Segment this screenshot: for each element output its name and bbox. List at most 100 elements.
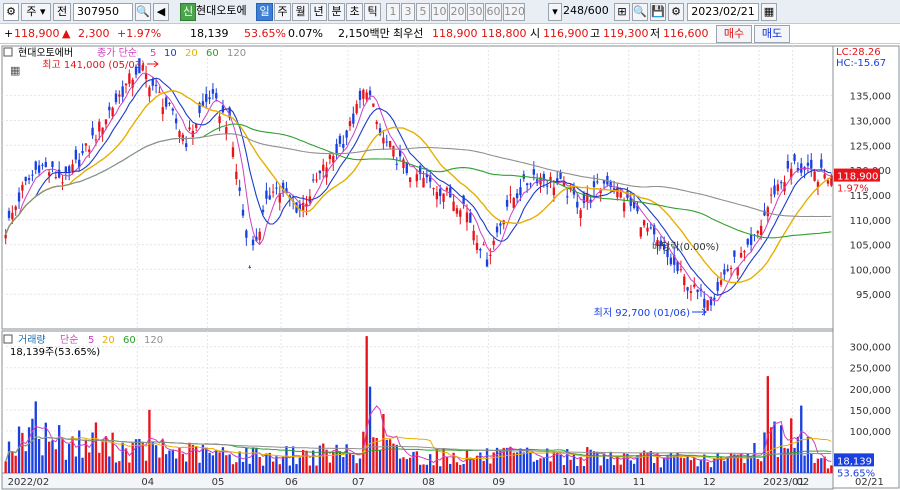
volume-bar	[569, 459, 572, 473]
candle-body	[382, 137, 385, 144]
period-button-4[interactable]: 분	[328, 3, 345, 21]
date-tick-label: 11	[633, 477, 646, 488]
save-icon[interactable]: 💾	[650, 3, 666, 21]
date-field[interactable]: 2023/02/21	[687, 3, 759, 21]
type-select[interactable]: 전	[53, 3, 71, 21]
candle-body	[392, 146, 395, 157]
change-percent: +1.97%	[117, 27, 162, 40]
buy-button[interactable]: 매수	[716, 25, 752, 43]
price-chart[interactable]: 135,000130,000125,000120,000115,000110,0…	[0, 44, 900, 490]
volume-bar	[398, 458, 402, 473]
date-tick-label: 10	[563, 477, 576, 488]
volume-bar	[68, 444, 71, 473]
price-legend-period: 10	[164, 48, 177, 59]
candle-body	[188, 127, 191, 130]
interval-button-1[interactable]: 3	[401, 3, 415, 21]
candle-body	[793, 154, 796, 161]
search-icon[interactable]: 🔍	[135, 3, 151, 21]
volume-bar	[298, 457, 302, 473]
candle-body	[218, 116, 221, 123]
volume-bar	[255, 448, 258, 473]
prev-icon[interactable]: ◀	[153, 3, 169, 21]
volume-bar	[539, 458, 542, 473]
zoom-icon[interactable]: 🔍	[632, 3, 648, 21]
stock-code-input[interactable]: 307950	[73, 3, 133, 21]
volume-bar	[549, 461, 552, 473]
volume-bar	[632, 463, 636, 473]
candle-body	[810, 159, 813, 169]
market-select[interactable]: 주 ▾	[21, 3, 51, 21]
candle-body	[592, 181, 596, 188]
volume-bar	[619, 464, 622, 473]
candle-body	[338, 135, 342, 144]
price-legend-ma-label: 종가 단순	[97, 47, 137, 59]
volume-bar	[211, 455, 215, 473]
period-button-6[interactable]: 틱	[364, 3, 381, 21]
sell-button[interactable]: 매도	[754, 25, 790, 43]
period-button-3[interactable]: 년	[310, 3, 327, 21]
candle-body	[823, 174, 826, 179]
volume-tick-label: 200,000	[850, 385, 891, 396]
candle-body	[41, 164, 44, 166]
volume-legend-period: 60	[123, 335, 136, 346]
interval-button-2[interactable]: 5	[416, 3, 430, 21]
candle-body	[743, 251, 746, 253]
candle-body	[372, 103, 375, 107]
interval-button-7[interactable]: 120	[503, 3, 525, 21]
volume-legend-period: 20	[102, 335, 115, 346]
candle-body	[17, 192, 21, 202]
volume-tick-label: 150,000	[850, 406, 891, 417]
chart-type-icon[interactable]: ⊞	[614, 3, 630, 21]
volume-bar	[813, 462, 816, 473]
volume-bar	[218, 452, 221, 473]
volume-bar	[348, 453, 352, 473]
interval-button-6[interactable]: 60	[485, 3, 502, 21]
interval-button-3[interactable]: 10	[431, 3, 448, 21]
candle-body	[71, 164, 74, 172]
volume-bar	[596, 451, 599, 473]
candle-body	[388, 141, 392, 148]
volume-bar	[358, 458, 362, 473]
volume-tick-label: 300,000	[850, 343, 891, 354]
candle-body	[769, 194, 773, 196]
period-button-5[interactable]: 초	[346, 3, 363, 21]
dropdown-icon[interactable]: ▾	[548, 3, 562, 21]
volume-bar	[803, 455, 806, 473]
volume-bar	[27, 427, 31, 473]
candle-body	[151, 79, 154, 86]
candle-body	[525, 183, 529, 186]
volume-bar	[78, 430, 81, 473]
interval-button-5[interactable]: 30	[467, 3, 484, 21]
candle-body	[780, 182, 783, 184]
volume-ratio: 53.65%	[244, 27, 286, 40]
volume-bar	[275, 456, 278, 473]
up-arrow-icon: ▲	[62, 27, 71, 40]
candle-body	[225, 127, 228, 135]
candle-body	[786, 160, 790, 169]
interval-button-4[interactable]: 20	[449, 3, 466, 21]
settings-icon[interactable]: ⚙	[3, 3, 19, 21]
volume-bar	[749, 457, 753, 473]
period-button-2[interactable]: 월	[292, 3, 309, 21]
candle-body	[318, 170, 322, 174]
volume-legend-ma-label: 단순	[60, 334, 78, 346]
period-button-1[interactable]: 주	[274, 3, 291, 21]
candle-body	[439, 188, 442, 196]
volume-bar	[352, 454, 355, 473]
candle-body	[472, 230, 475, 241]
volume-bar	[459, 464, 462, 473]
date-tick-label: 08	[422, 477, 435, 488]
price-tick-label: 95,000	[856, 290, 891, 301]
interval-button-0[interactable]: 1	[386, 3, 400, 21]
calendar-icon[interactable]: ▦	[761, 3, 777, 21]
price-tick-label: 125,000	[850, 141, 891, 152]
volume-bar	[168, 450, 171, 473]
gear-icon[interactable]: ⚙	[668, 3, 684, 21]
volume-bar	[278, 464, 281, 473]
volume-bar	[465, 450, 469, 473]
period-button-0[interactable]: 일	[256, 3, 273, 21]
volume-tick-label: 250,000	[850, 364, 891, 375]
volume-bar	[429, 454, 432, 473]
low-price: 116,600	[663, 27, 709, 40]
volume-bar	[88, 452, 91, 473]
